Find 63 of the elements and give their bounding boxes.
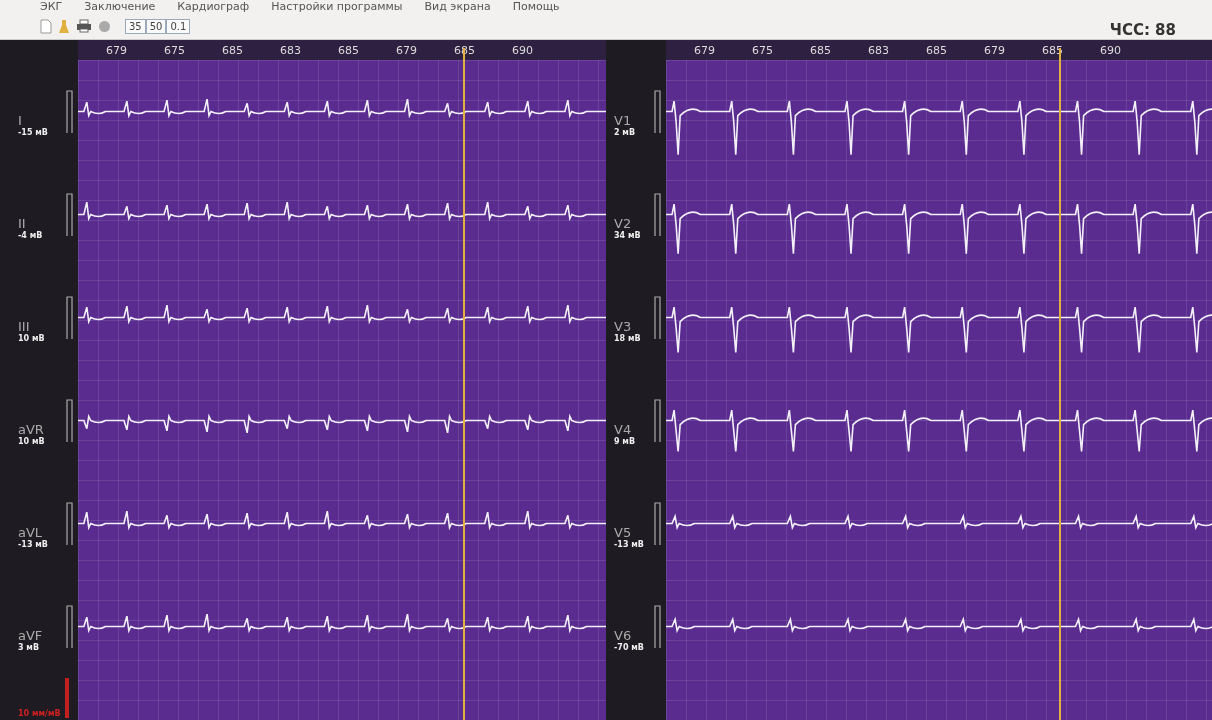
lead-amplitude: -4 мВ bbox=[18, 230, 43, 240]
printer-icon[interactable] bbox=[76, 19, 92, 33]
lead-amplitude: 2 мВ bbox=[614, 127, 635, 137]
lead-name: V3 bbox=[614, 318, 633, 334]
calibration-pulse-icon bbox=[66, 295, 74, 340]
calibration-pulse-icon bbox=[66, 89, 74, 134]
calibration-pulse-icon bbox=[66, 192, 74, 237]
rr-interval: 679 bbox=[984, 43, 1006, 57]
lead-amplitude: 9 мВ bbox=[614, 436, 635, 446]
lead-amplitude: 3 мВ bbox=[18, 642, 40, 652]
rr-interval: 685 bbox=[338, 43, 360, 57]
menu-item[interactable]: Помощь bbox=[512, 0, 560, 13]
value-field[interactable]: 35 bbox=[125, 18, 146, 34]
lead-name: V2 bbox=[614, 215, 633, 231]
lead-name: I bbox=[18, 112, 23, 128]
menu-item[interactable]: Вид экрана bbox=[424, 0, 491, 13]
lead-name: V1 bbox=[614, 112, 633, 128]
rr-interval: 679 bbox=[694, 43, 716, 57]
menu-item[interactable]: Настройки программы bbox=[271, 0, 403, 13]
calibration-pulse-icon bbox=[66, 501, 74, 546]
rr-interval: 675 bbox=[164, 43, 186, 57]
lead-amplitude: -70 мВ bbox=[614, 642, 644, 652]
lead-name: aVR bbox=[18, 421, 45, 437]
calibration-pulse-icon bbox=[654, 604, 662, 649]
lead-name: III bbox=[18, 318, 31, 334]
lead-name: V5 bbox=[614, 524, 633, 540]
lead-amplitude: -13 мВ bbox=[614, 539, 644, 549]
menu-item[interactable]: Заключение bbox=[84, 0, 156, 13]
rr-interval: 685 bbox=[926, 43, 948, 57]
rr-interval: 683 bbox=[280, 43, 302, 57]
value-field[interactable]: 50 bbox=[145, 18, 167, 34]
lead-amplitude: 10 мВ bbox=[18, 333, 45, 343]
value-field[interactable]: 0.1 bbox=[166, 18, 191, 34]
calibration-pulse-icon bbox=[66, 604, 74, 649]
lead-name: aVF bbox=[18, 627, 43, 643]
menu-item[interactable]: ЭКГ bbox=[40, 0, 63, 13]
rr-interval: 690 bbox=[1100, 43, 1122, 57]
heart-rate: ЧСС: 88 bbox=[1109, 20, 1176, 39]
lead-amplitude: 18 мВ bbox=[614, 333, 641, 343]
lead-name: V6 bbox=[614, 627, 633, 643]
calibration-pulse-icon bbox=[64, 678, 70, 718]
lead-amplitude: -15 мВ bbox=[18, 127, 48, 137]
lead-amplitude: 10 мВ bbox=[18, 436, 45, 446]
lead-name: aVL bbox=[18, 524, 44, 540]
lead-name: V4 bbox=[614, 421, 633, 437]
calibration-pulse-icon bbox=[654, 398, 662, 443]
rr-interval: 675 bbox=[752, 43, 774, 57]
scale-label: 10 мм/мВ bbox=[18, 709, 62, 718]
lead-amplitude: -13 мВ bbox=[18, 539, 48, 549]
lead-name: II bbox=[18, 215, 27, 231]
calibration-pulse-icon bbox=[654, 89, 662, 134]
rr-interval: 690 bbox=[512, 43, 534, 57]
calibration-pulse-icon bbox=[66, 398, 74, 443]
rr-interval: 683 bbox=[868, 43, 890, 57]
calibration-pulse-icon bbox=[654, 501, 662, 546]
calibration-pulse-icon bbox=[654, 192, 662, 237]
calibration-pulse-icon bbox=[654, 295, 662, 340]
lead-amplitude: 34 мВ bbox=[614, 230, 641, 240]
menu-item[interactable]: Кардиограф bbox=[177, 0, 250, 13]
rr-interval: 685 bbox=[222, 43, 244, 57]
rr-interval: 679 bbox=[396, 43, 418, 57]
rr-interval: 685 bbox=[810, 43, 832, 57]
rr-interval: 679 bbox=[106, 43, 128, 57]
